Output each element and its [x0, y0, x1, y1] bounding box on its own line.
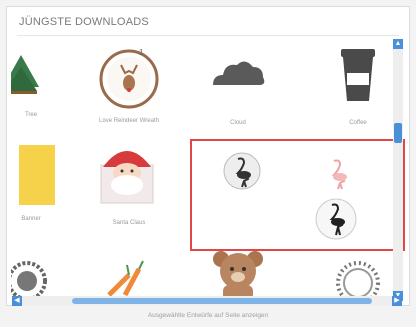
wreath-icon: [336, 261, 380, 301]
cloud-icon: [213, 61, 265, 85]
design-tile-reindeer-wreath[interactable]: 1 Love Reindeer Wreath: [89, 41, 169, 131]
design-tile-flamingo-pink[interactable]: [320, 155, 360, 195]
divider: [17, 35, 399, 36]
design-tile-flamingo[interactable]: [222, 151, 262, 191]
flamingo-pink-icon: [331, 159, 347, 190]
design-tile-santa-box[interactable]: Santa Claus: [89, 139, 169, 229]
teddy-bear-icon: [213, 251, 263, 301]
selection-box[interactable]: [190, 139, 405, 251]
flamingo-icon: [223, 152, 261, 190]
tile-label: Coffee: [349, 120, 367, 126]
design-tile-coffee-cup[interactable]: Coffee: [325, 43, 391, 126]
tile-label: Tree: [24, 112, 38, 118]
tile-label: Love Reindeer Wreath: [99, 118, 159, 124]
design-tile-banner[interactable]: Banner: [11, 139, 61, 229]
banner-icon: [19, 145, 55, 205]
footer-text: Ausgewählte Entwürfe auf Seite anzeigen: [147, 312, 269, 319]
horizontal-scroll-thumb[interactable]: [72, 298, 372, 304]
svg-text:1: 1: [139, 48, 144, 57]
carrots-icon: [107, 260, 144, 297]
flamingo-circle-icon: [315, 198, 357, 240]
design-tile-flamingo-circle[interactable]: [314, 197, 358, 241]
design-tile-tree[interactable]: Tree: [11, 47, 61, 118]
tile-label: Cloud: [230, 120, 246, 126]
tile-label: Banner: [21, 216, 41, 222]
scroll-left-icon[interactable]: ◀: [12, 296, 22, 306]
vertical-scrollbar[interactable]: ▲ ▼: [393, 39, 403, 301]
section-title: JÜNGSTE DOWNLOADS: [19, 16, 149, 28]
downloads-panel: JÜNGSTE DOWNLOADS Tree 1 Love Reindeer W…: [6, 6, 410, 306]
scroll-right-icon[interactable]: ▶: [392, 296, 402, 306]
reindeer-wreath-icon: 1: [99, 48, 159, 109]
tree-icon: [11, 55, 39, 94]
horizontal-scrollbar[interactable]: ◀ ▶: [12, 296, 402, 306]
coffee-cup-icon: [341, 49, 375, 101]
scroll-up-icon[interactable]: ▲: [393, 39, 403, 49]
santa-box-icon: [100, 151, 154, 204]
doily-icon: [11, 261, 47, 301]
vertical-scroll-thumb[interactable]: [394, 123, 402, 143]
design-tile-cloud[interactable]: Cloud: [203, 47, 273, 126]
tile-label: Santa Claus: [112, 220, 146, 226]
